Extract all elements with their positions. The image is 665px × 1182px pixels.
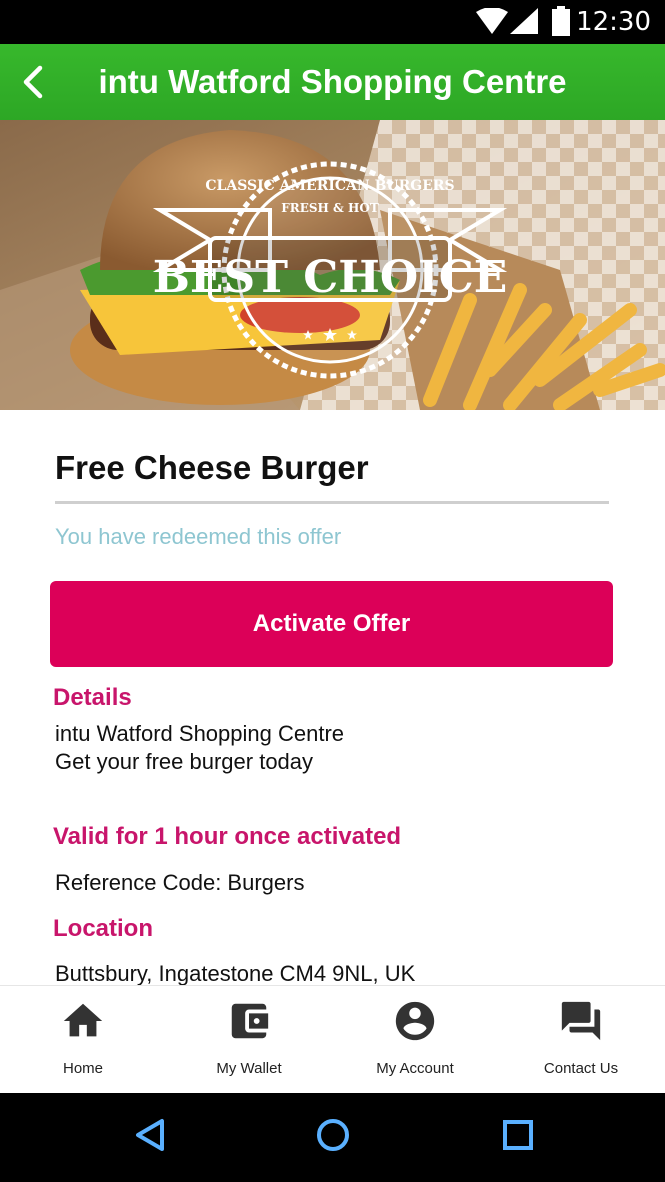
activate-offer-button[interactable]: Activate Offer	[50, 581, 613, 667]
system-home-icon[interactable]	[311, 1113, 355, 1157]
battery-icon	[552, 6, 570, 36]
nav-contact-us-label: Contact Us	[543, 1060, 619, 1077]
bottom-navigation: Home My Wallet My Account Contact Us	[0, 985, 665, 1094]
offer-title: Free Cheese Burger	[55, 449, 369, 486]
reference-code: Reference Code: Burgers	[55, 870, 305, 895]
validity-text: Valid for 1 hour once activated	[53, 823, 402, 850]
redeemed-status: You have redeemed this offer	[55, 524, 342, 549]
signal-icon	[510, 8, 538, 34]
location-heading: Location	[53, 915, 153, 942]
badge-main-text: BEST CHOICE	[153, 252, 508, 303]
account-icon	[395, 1001, 435, 1041]
details-line-1: intu Watford Shopping Centre	[55, 721, 345, 746]
system-navigation-bar	[0, 1093, 665, 1182]
location-address: Buttsbury, Ingatestone CM4 9NL, UK	[55, 961, 416, 986]
system-recents-icon[interactable]	[496, 1113, 540, 1157]
wallet-icon	[231, 1003, 269, 1039]
hero-image: CLASSIC AMERICAN BURGERS FRESH & HOT BES…	[0, 120, 665, 410]
status-time: 12:30	[576, 7, 651, 37]
title-divider	[55, 501, 609, 504]
nav-my-account[interactable]: My Account	[332, 986, 498, 1094]
badge-mid-text: FRESH & HOT	[281, 201, 379, 215]
nav-contact-us[interactable]: Contact Us	[498, 986, 664, 1094]
nav-home-label: Home	[62, 1060, 103, 1077]
app-bar: intu Watford Shopping Centre	[0, 44, 665, 120]
nav-my-account-label: My Account	[376, 1060, 454, 1077]
chat-icon	[561, 1001, 601, 1041]
details-heading: Details	[53, 684, 132, 711]
details-line-2: Get your free burger today	[55, 749, 314, 774]
badge-top-text: CLASSIC AMERICAN BURGERS	[205, 178, 454, 194]
nav-home[interactable]: Home	[0, 986, 166, 1094]
wifi-icon	[476, 8, 508, 34]
nav-my-wallet[interactable]: My Wallet	[166, 986, 332, 1094]
home-icon	[63, 1003, 103, 1037]
system-back-icon[interactable]	[128, 1113, 172, 1157]
nav-my-wallet-label: My Wallet	[216, 1060, 282, 1077]
status-bar: 12:30	[0, 0, 665, 44]
page-title: intu Watford Shopping Centre	[98, 63, 567, 100]
